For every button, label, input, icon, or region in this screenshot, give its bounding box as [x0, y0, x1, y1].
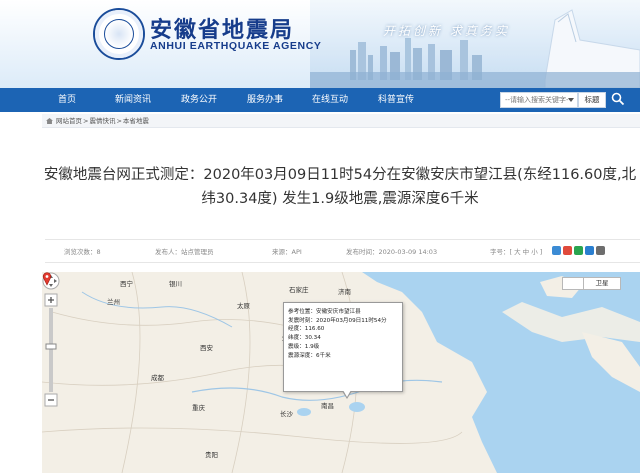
search-input[interactable]: [505, 96, 571, 104]
popup-magnitude: 震级：1.9级: [288, 343, 320, 350]
search-input-wrapper: [500, 92, 578, 108]
view-count: 浏览次数：8: [64, 248, 101, 256]
popup-time: 发震时刻：2020年03月09日11时54分: [288, 317, 387, 324]
share-tencent-icon[interactable]: [585, 246, 594, 255]
publish-time: 发布时间：2020-03-09 14:03: [346, 248, 438, 256]
popup-pointer-inner: [343, 390, 351, 397]
popup-latitude: 纬度：30.34: [288, 335, 321, 342]
map-type-normal-button[interactable]: [562, 277, 584, 290]
map-city-label: 成都: [151, 374, 164, 382]
breadcrumb-quick-report-link[interactable]: 震情快讯: [89, 117, 115, 125]
font-size-control[interactable]: 字号：[ 大 中 小 ]: [490, 240, 542, 264]
breadcrumb-separator: >: [116, 117, 122, 125]
nav-item-science[interactable]: 科普宣传: [378, 88, 414, 112]
map-type-satellite-button[interactable]: 卫星: [583, 277, 621, 290]
chevron-down-icon: [568, 98, 574, 102]
nav-item-home[interactable]: 首页: [58, 88, 76, 112]
article-source: 来源：API: [272, 248, 302, 256]
popup-depth: 震源深度：6千米: [288, 352, 331, 359]
nav-item-gov-affairs[interactable]: 政务公开: [181, 88, 217, 112]
popup-location: 参考位置：安徽安庆市望江县: [288, 309, 361, 315]
breadcrumb-province-quake-link[interactable]: 本省地震: [123, 117, 149, 125]
breadcrumb: 网站首页>震情快讯>本省地震: [42, 114, 640, 128]
share-weibo-icon[interactable]: [563, 246, 572, 255]
map-city-label: 贵阳: [205, 451, 218, 459]
nav-item-interaction[interactable]: 在线互动: [312, 88, 348, 112]
map-city-label: 银川: [169, 280, 182, 288]
zoom-slider-handle[interactable]: [45, 343, 57, 350]
map-city-label: 济南: [338, 288, 351, 296]
agency-emblem-logo[interactable]: [93, 8, 145, 60]
nav-item-services[interactable]: 服务办事: [247, 88, 283, 112]
breadcrumb-separator: >: [83, 117, 89, 125]
epicenter-marker-icon[interactable]: [42, 272, 52, 286]
article-meta-bar: 浏览次数：8 发布人：站点管理员 来源：API 发布时间：2020-03-09 …: [45, 239, 640, 263]
site-header: 安徽省地震局 ANHUI EARTHQUAKE AGENCY 开拓创新 求真务实: [0, 0, 640, 88]
site-subtitle: ANHUI EARTHQUAKE AGENCY: [150, 40, 322, 52]
share-buttons: [552, 246, 607, 256]
map-city-label: 西宁: [120, 280, 133, 288]
map-city-label: 石家庄: [289, 286, 309, 294]
popup-longitude: 经度：116.60: [288, 326, 325, 333]
nav-item-news[interactable]: 新闻资讯: [115, 88, 151, 112]
map-city-label: 西安: [200, 344, 213, 352]
map-city-label: 长沙: [280, 410, 293, 418]
epicenter-info-popup: 参考位置：安徽安庆市望江县 发震时刻：2020年03月09日11时54分 经度：…: [283, 302, 403, 392]
search-icon: [611, 92, 625, 105]
city-skyline-banner: [310, 0, 640, 88]
epicenter-map[interactable]: 西宁 兰州 银川 太原 石家庄 济南 郑州 西安 武汉 成都 重庆 长沙 南昌 …: [42, 272, 640, 473]
map-city-label: 重庆: [192, 404, 205, 412]
article-title: 安徽地震台网正式测定：2020年03月09日11时54分在安徽安庆市望江县(东经…: [43, 167, 637, 207]
share-more-icon[interactable]: [596, 246, 605, 255]
share-wechat-icon[interactable]: [574, 246, 583, 255]
search-button[interactable]: [608, 91, 628, 109]
breadcrumb-home-link[interactable]: 网站首页: [56, 117, 82, 125]
slogan: 开拓创新 求真务实: [383, 24, 510, 38]
map-city-label: 太原: [237, 302, 250, 310]
map-navigation-control: [42, 272, 60, 407]
search-field-select[interactable]: 标题: [578, 92, 606, 108]
publisher: 发布人：站点管理员: [155, 248, 214, 256]
home-icon: [46, 118, 53, 124]
zoom-slider-track[interactable]: [49, 308, 53, 392]
share-qzone-icon[interactable]: [552, 246, 561, 255]
map-city-label: 南昌: [321, 402, 334, 410]
map-city-label: 兰州: [107, 298, 120, 306]
